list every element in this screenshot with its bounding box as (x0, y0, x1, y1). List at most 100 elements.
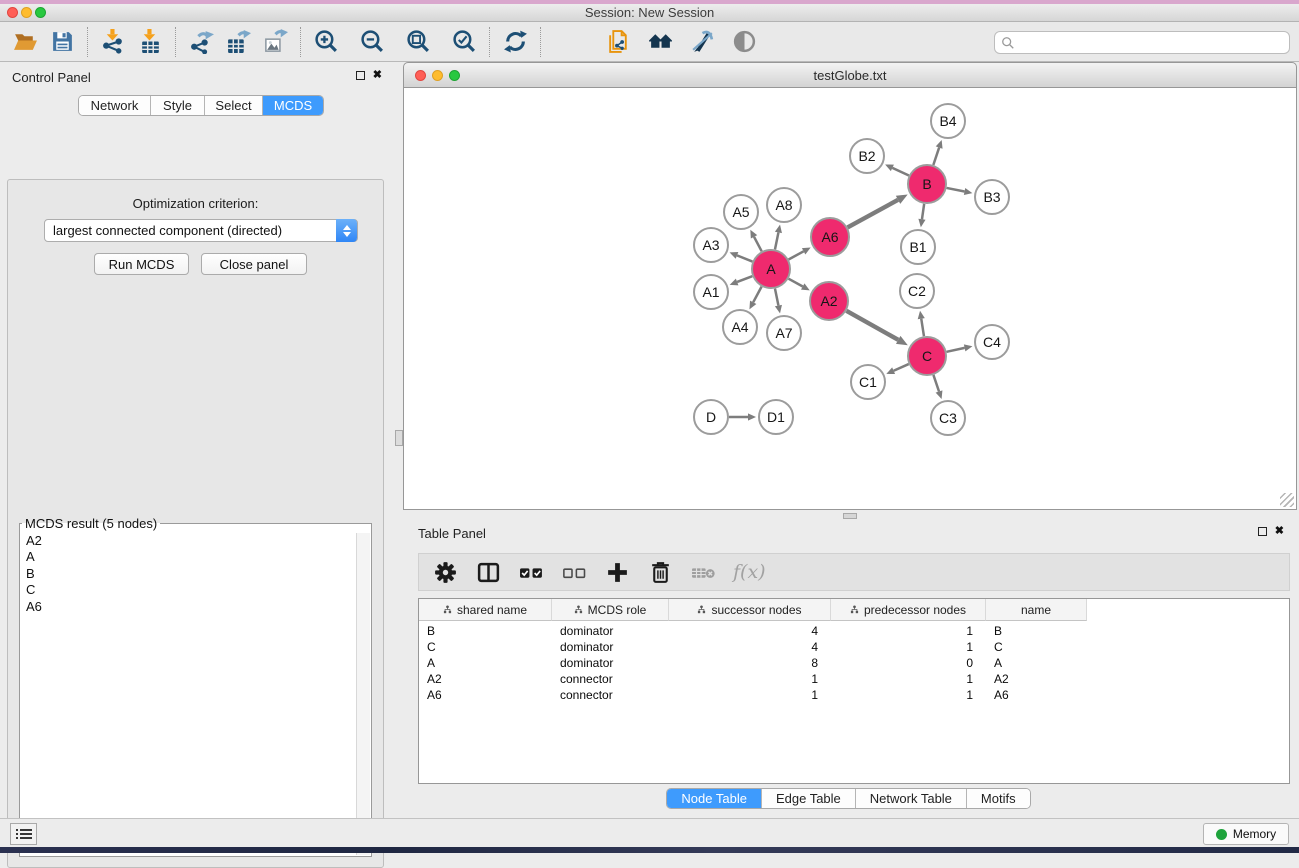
optimization-criterion-dropdown[interactable]: largest connected component (directed) (44, 219, 358, 242)
edge-C-C2[interactable] (921, 319, 924, 337)
zoom-fit-icon[interactable] (404, 28, 432, 56)
edge-C-C3[interactable] (933, 375, 939, 392)
delete-column-icon[interactable] (647, 559, 673, 585)
edge-B-B4[interactable] (933, 148, 939, 165)
select-all-checkboxes-icon[interactable] (518, 559, 544, 585)
table-float-panel-icon[interactable] (1258, 527, 1267, 536)
column-header-shared-name[interactable]: shared name (419, 599, 552, 621)
toggle-column-view-icon[interactable] (475, 559, 501, 585)
tab-network-table[interactable]: Network Table (856, 789, 967, 808)
edge-A-A4[interactable] (753, 287, 761, 303)
memory-button[interactable]: Memory (1203, 823, 1289, 845)
tab-network[interactable]: Network (79, 96, 151, 115)
edge-C-C1[interactable] (894, 364, 909, 371)
tab-select[interactable]: Select (205, 96, 263, 115)
clone-network-icon[interactable] (604, 28, 632, 56)
tab-node-table[interactable]: Node Table (667, 789, 762, 808)
edge-A-A3[interactable] (737, 255, 752, 261)
cell-successor-nodes: 4 (669, 639, 831, 655)
table-row-B[interactable]: Bdominator41B (419, 623, 1087, 639)
table-close-panel-icon[interactable]: ✖ (1275, 527, 1284, 536)
edge-A-A2[interactable] (789, 279, 803, 287)
export-image-icon[interactable] (261, 28, 289, 56)
cell-name: A6 (986, 687, 1087, 703)
delete-table-icon[interactable] (690, 559, 716, 585)
edge-A6-B[interactable] (848, 200, 898, 228)
tab-style[interactable]: Style (151, 96, 205, 115)
tab-mcds[interactable]: MCDS (263, 96, 323, 115)
column-header-MCDS-role[interactable]: MCDS role (552, 599, 669, 621)
network-canvas[interactable]: B4B2BB3A8A5A6A3B1AC2A1A2A4A7C4CC1C3DD1 (403, 88, 1297, 510)
cell-shared-name: A6 (419, 687, 552, 703)
graph-node-label: B2 (858, 148, 875, 164)
home-view-icon[interactable] (646, 28, 674, 56)
add-column-icon[interactable] (604, 559, 630, 585)
mcds-result-item[interactable]: A6 (21, 599, 356, 615)
edge-B-B1[interactable] (922, 204, 924, 219)
task-history-button[interactable] (10, 823, 37, 845)
horizontal-splitter-grip[interactable] (843, 513, 857, 519)
export-table-icon[interactable] (224, 28, 252, 56)
close-panel-button[interactable]: Close panel (201, 253, 307, 275)
float-panel-icon[interactable] (356, 71, 365, 80)
edge-A-A6[interactable] (789, 251, 804, 259)
cell-MCDS-role: connector (552, 687, 669, 703)
close-panel-icon[interactable]: ✖ (373, 71, 382, 80)
search-input[interactable] (994, 31, 1290, 54)
graph-node-label: B3 (983, 189, 1000, 205)
mcds-result-item[interactable]: A (21, 549, 356, 565)
table-row-A6[interactable]: A6connector11A6 (419, 687, 1087, 703)
window-resize-grip[interactable] (1280, 493, 1294, 507)
mcds-result-item[interactable]: C (21, 582, 356, 598)
column-header-predecessor-nodes[interactable]: predecessor nodes (831, 599, 986, 621)
edge-A-A8[interactable] (775, 232, 778, 249)
column-header-label: name (1021, 603, 1051, 617)
hide-annotations-icon[interactable] (688, 28, 716, 56)
cell-shared-name: A2 (419, 671, 552, 687)
mcds-result-box: MCDS result (5 nodes) A2ABCA6 (19, 516, 372, 857)
mcds-result-list: A2ABCA6 (21, 533, 356, 855)
mcds-result-item[interactable]: A2 (21, 533, 356, 549)
edge-C-C4[interactable] (947, 348, 965, 352)
export-network-icon[interactable] (187, 28, 215, 56)
edge-A-A7[interactable] (775, 289, 778, 306)
edge-A-A5[interactable] (754, 237, 762, 252)
refresh-layout-icon[interactable] (501, 28, 529, 56)
show-graphics-details-icon[interactable] (730, 28, 758, 56)
open-folder-icon[interactable] (11, 28, 39, 56)
app-titlebar[interactable]: Session: New Session (0, 4, 1299, 22)
import-table-icon[interactable] (136, 28, 164, 56)
import-network-icon[interactable] (99, 28, 127, 56)
run-mcds-button[interactable]: Run MCDS (94, 253, 189, 275)
table-settings-gear-icon[interactable] (432, 559, 458, 585)
column-type-icon (443, 605, 452, 614)
vertical-splitter-grip[interactable] (395, 430, 403, 446)
table-row-A[interactable]: Adominator80A (419, 655, 1087, 671)
table-row-C[interactable]: Cdominator41C (419, 639, 1087, 655)
zoom-in-icon[interactable] (312, 28, 340, 56)
edge-A2-C[interactable] (846, 311, 898, 340)
tab-edge-table[interactable]: Edge Table (762, 789, 856, 808)
table-row-A2[interactable]: A2connector11A2 (419, 671, 1087, 687)
tab-motifs[interactable]: Motifs (967, 789, 1030, 808)
edge-B-B2[interactable] (892, 168, 909, 176)
edge-B-B3[interactable] (947, 188, 965, 192)
save-session-icon[interactable] (48, 28, 76, 56)
column-header-name[interactable]: name (986, 599, 1087, 621)
edge-arrowhead (775, 305, 782, 314)
graph-node-label: A5 (732, 204, 749, 220)
column-header-successor-nodes[interactable]: successor nodes (669, 599, 831, 621)
edge-A-A1[interactable] (737, 276, 752, 282)
zoom-selected-icon[interactable] (450, 28, 478, 56)
function-builder-button[interactable]: f(x) (733, 561, 766, 583)
deselect-all-checkboxes-icon[interactable] (561, 559, 587, 585)
mcds-result-item[interactable]: B (21, 566, 356, 582)
status-bar: Memory (0, 818, 1299, 847)
column-type-icon (850, 605, 859, 614)
network-window-titlebar[interactable]: testGlobe.txt (403, 62, 1297, 88)
cell-name: C (986, 639, 1087, 655)
column-header-label: shared name (457, 603, 527, 617)
result-scrollbar[interactable] (356, 533, 370, 855)
zoom-out-icon[interactable] (358, 28, 386, 56)
desktop-background-strip (0, 847, 1299, 853)
